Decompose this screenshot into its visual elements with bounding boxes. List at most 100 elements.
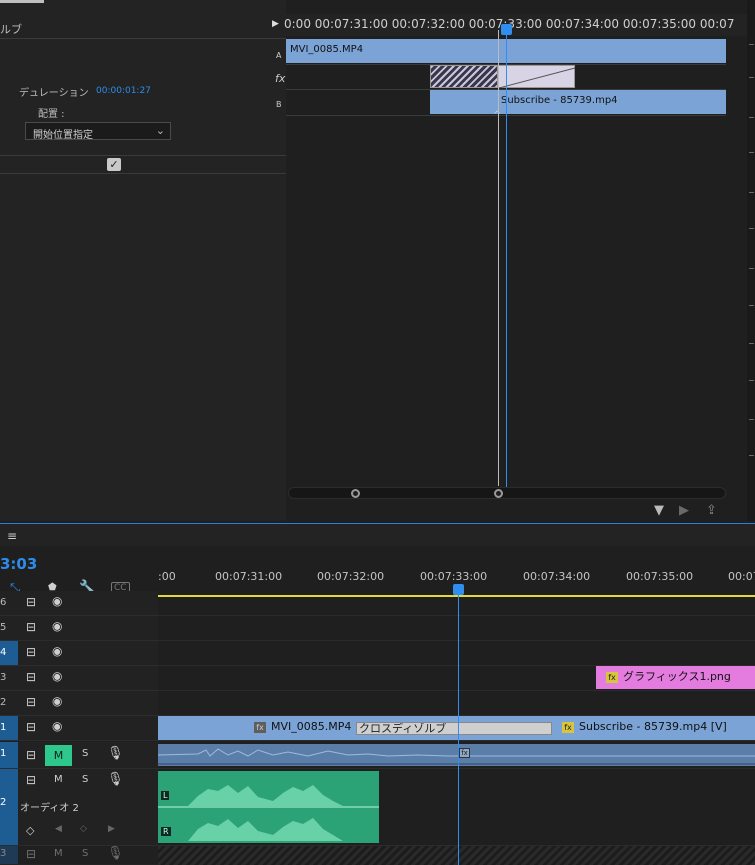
lane-v5[interactable]: [158, 616, 755, 641]
divider: [0, 173, 286, 174]
timeline-playhead-line: [458, 590, 459, 865]
transition-a-hatch[interactable]: [430, 65, 498, 88]
film-icon[interactable]: ⊟: [26, 695, 36, 709]
track-number: 5: [0, 622, 7, 633]
eye-icon[interactable]: ◉: [52, 594, 62, 608]
track-number[interactable]: 1: [0, 716, 18, 740]
timecode[interactable]: 3:03: [0, 555, 37, 573]
track-number[interactable]: 3: [0, 846, 18, 864]
track-number: 2: [0, 697, 7, 708]
lane-a1[interactable]: fx: [158, 742, 755, 769]
linked-audio-clip[interactable]: fx: [158, 744, 755, 766]
mute-button[interactable]: M: [54, 848, 63, 859]
track-number[interactable]: 2: [0, 769, 18, 845]
panel-menu-icon[interactable]: ≡: [7, 529, 17, 543]
playhead-handle[interactable]: [501, 24, 512, 35]
film-icon[interactable]: ⊟: [26, 773, 36, 787]
microphone-icon[interactable]: 🎙: [107, 746, 124, 761]
eye-icon[interactable]: ◉: [52, 619, 62, 633]
mvi-clip-label: MVI_0085.MP4: [271, 720, 352, 733]
duration-value[interactable]: 00:00:01:27: [96, 86, 151, 96]
time-ruler[interactable]: 0:00 00:07:31:00 00:07:32:00 00:07:33:00…: [284, 14, 755, 36]
fx-badge[interactable]: fx: [459, 748, 470, 758]
film-icon[interactable]: ⊟: [26, 847, 36, 861]
add-keyframe-icon[interactable]: ◇: [80, 824, 87, 834]
waveform: [158, 748, 755, 765]
eye-icon[interactable]: ◉: [52, 719, 62, 733]
cross-dissolve-transition[interactable]: クロスディゾルブ: [356, 722, 552, 735]
track-header-v2: 2 ⊟ ◉: [0, 691, 158, 716]
channel-left-label: L: [161, 791, 170, 800]
track-header-a2: 2 ⊟ M S 🎙 オーディオ 2 ◇ ◀ ◇ ▶: [0, 769, 158, 846]
eye-icon[interactable]: ◉: [52, 669, 62, 683]
subscribe-clip[interactable]: fx Subscribe - 85739.mp4 [V]: [562, 716, 727, 738]
scroll-handle-left[interactable]: [351, 489, 360, 498]
solo-button[interactable]: S: [82, 848, 88, 859]
panel-tab[interactable]: [0, 0, 44, 3]
alignment-select-value: 開始位置指定: [33, 130, 93, 141]
film-icon[interactable]: ⊟: [26, 720, 36, 734]
film-icon[interactable]: ⊟: [26, 620, 36, 634]
duration-label: デュレーション: [19, 88, 89, 99]
empty-track-area: [158, 846, 755, 865]
transition-body[interactable]: [498, 65, 576, 89]
transition-curve: [499, 67, 576, 89]
alignment-label: 配置 :: [38, 109, 65, 120]
film-icon[interactable]: ⊟: [26, 595, 36, 609]
film-icon[interactable]: ⊟: [26, 748, 36, 762]
track-name[interactable]: オーディオ 2: [20, 799, 79, 814]
lane-v4[interactable]: [158, 641, 755, 666]
track-header-v5: 5 ⊟ ◉: [0, 616, 158, 641]
track-number[interactable]: 4: [0, 641, 18, 665]
export-icon[interactable]: ⇪: [706, 503, 717, 518]
filter-icon[interactable]: ▼: [654, 503, 664, 518]
solo-button[interactable]: S: [82, 748, 88, 759]
stereo-waveform: [158, 785, 379, 841]
audio-clip[interactable]: L R: [158, 771, 379, 843]
divider: [0, 38, 286, 39]
checkbox[interactable]: ✓: [107, 158, 121, 171]
track-header-v1: 1 ⊟ ◉: [0, 716, 158, 741]
prev-keyframe-icon[interactable]: ◀: [55, 824, 62, 834]
keyframe-toggle-icon[interactable]: ◇: [26, 824, 34, 837]
eye-icon[interactable]: ◉: [52, 644, 62, 658]
chevron-down-icon: ⌄: [155, 124, 165, 137]
track-number[interactable]: 1: [0, 742, 18, 768]
solo-button[interactable]: S: [82, 774, 88, 785]
mute-button[interactable]: M: [45, 745, 72, 766]
timeline-header: ≡: [0, 524, 755, 546]
eye-icon[interactable]: ◉: [52, 694, 62, 708]
effect-controls-panel: ルブ デュレーション 00:00:01:27 配置 : 開始位置指定 ⌄ ✓ 0…: [0, 0, 755, 521]
next-keyframe-icon[interactable]: ▶: [108, 824, 115, 834]
mini-timeline: 0:00 00:07:31:00 00:07:32:00 00:07:33:00…: [272, 0, 755, 521]
track-number: 6: [0, 597, 7, 608]
alignment-select[interactable]: 開始位置指定 ⌄: [25, 122, 171, 141]
track-header-a3: 3 ⊟ M S 🎙: [0, 846, 158, 865]
lane-v2[interactable]: [158, 691, 755, 716]
microphone-icon[interactable]: 🎙: [107, 772, 124, 787]
right-edge-bar: [747, 0, 755, 521]
mute-button[interactable]: M: [54, 774, 63, 785]
scroll-handle-right[interactable]: [494, 489, 503, 498]
play-arrow-icon[interactable]: ▶: [272, 19, 279, 29]
clip-b[interactable]: Subscribe - 85739.mp4: [430, 90, 726, 114]
timeline-panel: ≡ 3:03 ⤡ ⬟ 🔧 CC :00 00:07:31:00 00:07:32…: [0, 523, 755, 865]
lane-a2[interactable]: L R: [158, 769, 755, 846]
effect-properties-pane: ルブ デュレーション 00:00:01:27 配置 : 開始位置指定 ⌄ ✓: [0, 0, 286, 500]
graphics-clip[interactable]: fx グラフィックス1.png: [596, 666, 755, 689]
playhead-line: [506, 30, 507, 488]
track-header-a1: 1 ⊟ M S 🎙: [0, 742, 158, 769]
film-icon[interactable]: ⊟: [26, 670, 36, 684]
track-letter-a: A: [276, 51, 282, 60]
microphone-icon[interactable]: 🎙: [107, 846, 124, 861]
track-number: 3: [0, 672, 7, 683]
zoom-scrollbar[interactable]: [288, 487, 726, 499]
audio-play-icon[interactable]: ▶: [679, 503, 689, 518]
lane-v3[interactable]: fx グラフィックス1.png: [158, 666, 755, 691]
film-icon[interactable]: ⊟: [26, 645, 36, 659]
edit-line: [498, 30, 499, 486]
fx-badge: fx: [254, 721, 266, 733]
timeline-playhead-handle[interactable]: [453, 584, 464, 595]
ruler-label: 00:07:32:00: [317, 570, 385, 583]
mvi-clip[interactable]: fx MVI_0085.MP4: [254, 716, 351, 738]
